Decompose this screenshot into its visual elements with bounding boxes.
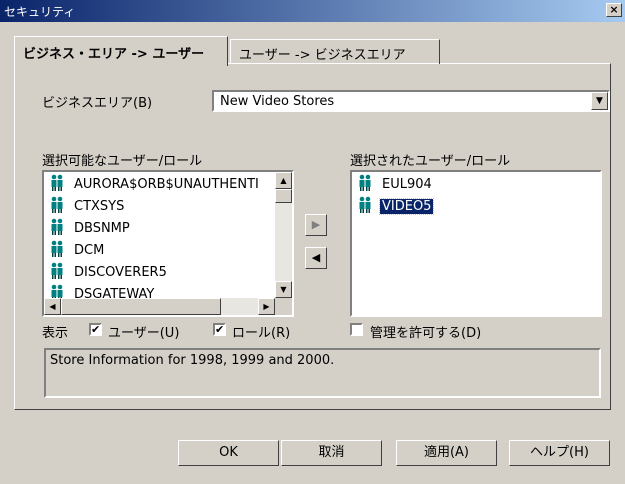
apply-button[interactable]: 適用(A) xyxy=(396,440,497,466)
chevron-up-icon: ▲ xyxy=(280,176,287,185)
list-item[interactable]: EUL904 xyxy=(358,174,434,196)
scroll-right-button[interactable]: ▶ xyxy=(258,298,275,315)
list-item-label: EUL904 xyxy=(382,177,432,192)
help-label: ヘルプ(H) xyxy=(530,445,589,460)
list-item-label: DCM xyxy=(74,243,105,258)
show-roles-checkbox[interactable]: ✔ xyxy=(213,323,226,336)
scroll-thumb[interactable] xyxy=(275,189,292,203)
tab-business-area-to-user[interactable]: ビジネス・エリア -> ユーザー xyxy=(14,36,228,66)
available-users-list[interactable]: AURORA$ORB$UNAUTHENTI CTXSYS DBSNMP DCM DISC… xyxy=(42,170,294,317)
business-area-value: New Video Stores xyxy=(220,94,335,109)
scroll-thumb[interactable] xyxy=(61,298,221,315)
tab-user-to-business-area[interactable]: ユーザー -> ビジネスエリア xyxy=(230,39,440,64)
business-area-label: ビジネスエリア(B) xyxy=(42,96,153,111)
dropdown-button[interactable]: ▼ xyxy=(591,92,608,110)
chevron-right-icon: ▶ xyxy=(263,302,270,311)
show-users-checkbox[interactable]: ✔ xyxy=(89,323,102,336)
list-item[interactable]: DCM xyxy=(50,240,106,262)
description-box: Store Information for 1998, 1999 and 200… xyxy=(44,348,601,398)
scroll-up-button[interactable]: ▲ xyxy=(275,172,292,189)
show-users-label: ユーザー(U) xyxy=(108,326,180,341)
show-roles-label: ロール(R) xyxy=(232,326,291,341)
cancel-label: 取消 xyxy=(318,445,345,460)
cancel-button[interactable]: 取消 xyxy=(281,440,382,466)
window-title: セキュリティ xyxy=(4,5,76,19)
chevron-left-icon: ◀ xyxy=(49,302,56,311)
close-button[interactable]: × xyxy=(606,3,622,17)
show-label: 表示 xyxy=(42,326,69,341)
allow-admin-checkbox[interactable] xyxy=(350,323,363,336)
remove-button[interactable]: ◀ xyxy=(305,247,327,269)
selected-users-list[interactable]: EUL904 VIDEO5 xyxy=(350,170,602,317)
scroll-down-button[interactable]: ▼ xyxy=(275,281,292,298)
close-icon: × xyxy=(609,3,619,16)
description-text: Store Information for 1998, 1999 and 200… xyxy=(50,353,335,368)
list-item-label: DISCOVERER5 xyxy=(74,265,167,280)
arrow-right-icon: ▶ xyxy=(311,218,321,231)
chevron-down-icon: ▼ xyxy=(280,285,287,294)
apply-label: 適用(A) xyxy=(423,445,470,460)
allow-admin-label: 管理を許可する(D) xyxy=(370,326,482,341)
ok-button[interactable]: OK xyxy=(178,440,279,466)
user-icon xyxy=(50,196,64,213)
title-bar: セキュリティ × xyxy=(0,0,625,22)
help-button[interactable]: ヘルプ(H) xyxy=(509,440,610,466)
list-item[interactable]: CTXSYS xyxy=(50,196,126,218)
user-icon xyxy=(50,218,64,235)
user-icon xyxy=(50,240,64,257)
user-icon xyxy=(358,196,372,213)
list-item[interactable]: DISCOVERER5 xyxy=(50,262,169,284)
user-icon xyxy=(358,174,372,191)
list-item[interactable]: DBSNMP xyxy=(50,218,132,240)
scroll-corner xyxy=(275,298,292,315)
ok-label: OK xyxy=(219,445,238,460)
list-item-label: VIDEO5 xyxy=(378,198,435,215)
list-item[interactable]: VIDEO5 xyxy=(358,196,435,218)
check-icon: ✔ xyxy=(215,323,225,336)
user-icon xyxy=(50,262,64,279)
selected-list-label: 選択されたユーザー/ロール xyxy=(350,154,511,169)
list-item-label: AURORA$ORB$UNAUTHENTI xyxy=(74,177,259,192)
user-icon xyxy=(50,174,64,191)
list-item[interactable]: AURORA$ORB$UNAUTHENTI xyxy=(50,174,261,196)
chevron-down-icon: ▼ xyxy=(596,96,603,106)
available-list-label: 選択可能なユーザー/ロール xyxy=(42,154,203,169)
check-icon: ✔ xyxy=(91,323,101,336)
available-vertical-scrollbar[interactable]: ▲ ▼ xyxy=(275,172,292,298)
tab-label: ユーザー -> ビジネスエリア xyxy=(239,48,406,63)
scroll-left-button[interactable]: ◀ xyxy=(44,298,61,315)
arrow-left-icon: ◀ xyxy=(311,251,321,264)
list-item-label: DBSNMP xyxy=(74,221,130,236)
business-area-select[interactable]: New Video Stores ▼ xyxy=(212,90,610,112)
tab-label: ビジネス・エリア -> ユーザー xyxy=(23,47,205,62)
security-dialog: セキュリティ × ビジネス・エリア -> ユーザー ユーザー -> ビジネスエリ… xyxy=(0,0,625,484)
list-item-label: CTXSYS xyxy=(74,199,125,214)
add-button[interactable]: ▶ xyxy=(305,214,327,236)
available-horizontal-scrollbar[interactable]: ◀ ▶ xyxy=(44,298,275,315)
